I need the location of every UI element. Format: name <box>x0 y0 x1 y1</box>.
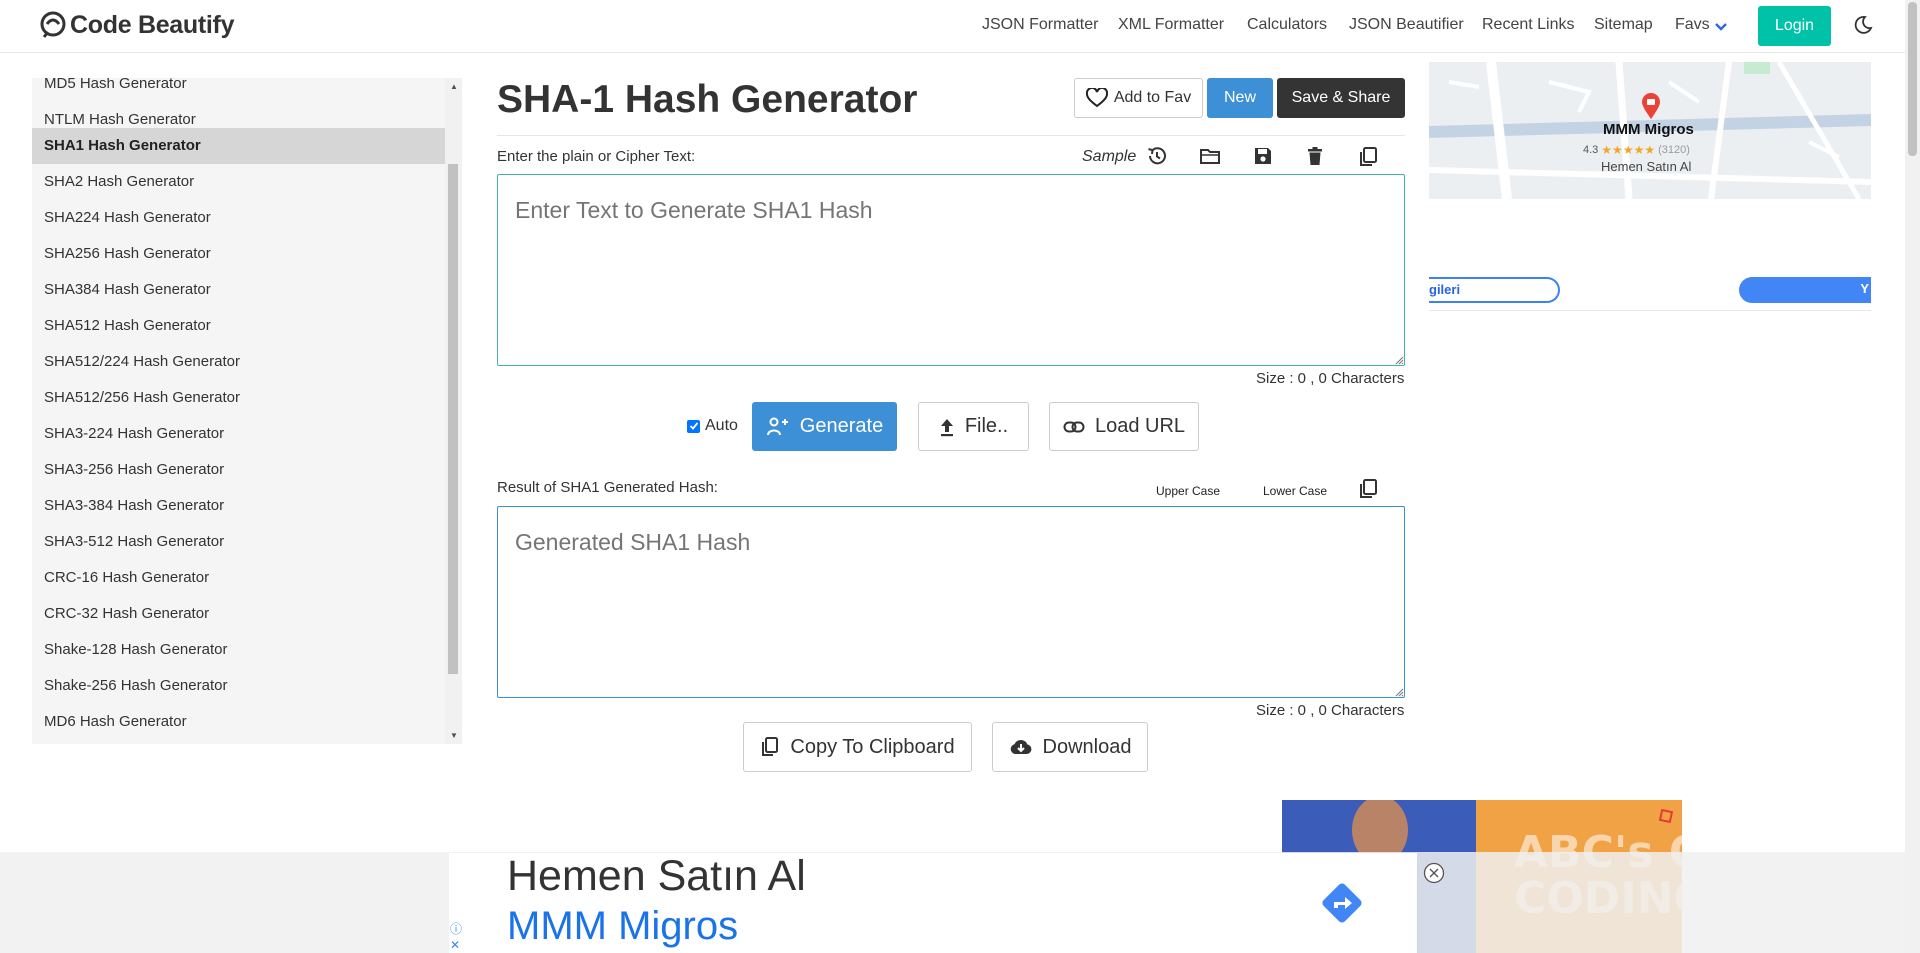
hash-output[interactable] <box>497 506 1405 698</box>
sample-link[interactable]: Sample <box>1082 148 1136 166</box>
nav-calculators[interactable]: Calculators <box>1247 16 1327 34</box>
banner-headline[interactable]: Hemen Satın Al <box>507 852 806 901</box>
ad-pill-left[interactable]: gileri <box>1429 277 1560 303</box>
sidebar-item-sha384[interactable]: SHA384 Hash Generator <box>32 272 445 308</box>
upload-icon <box>940 418 953 436</box>
sidebar-tool-list: MD5 Hash Generator NTLM Hash Generator S… <box>32 78 462 744</box>
page-title: SHA-1 Hash Generator <box>497 78 918 121</box>
input-label: Enter the plain or Cipher Text: <box>497 148 696 165</box>
copy-icon[interactable] <box>1357 145 1379 167</box>
chevron-down-icon[interactable] <box>1714 20 1728 34</box>
sidebar-item-sha256[interactable]: SHA256 Hash Generator <box>32 236 445 272</box>
ad-choices-icon[interactable]: ⓘ ✕ <box>450 921 462 953</box>
auto-label: Auto <box>705 417 738 434</box>
page-scrollbar-thumb[interactable] <box>1908 2 1917 156</box>
auto-checkbox[interactable]: Auto <box>687 417 738 435</box>
close-ad-icon[interactable] <box>1423 862 1445 884</box>
rating-stars-icon: ★★★★★ <box>1601 143 1656 157</box>
generate-label: Generate <box>799 415 884 437</box>
add-to-fav-label: Add to Fav <box>1113 89 1192 106</box>
generate-button[interactable]: Generate <box>752 402 897 451</box>
sidebar-item-md6[interactable]: MD6 Hash Generator <box>32 704 445 740</box>
resize-handle-icon[interactable] <box>1394 355 1404 365</box>
map-place-subtitle: Hemen Satın Al <box>1601 159 1692 174</box>
brand-name: Code Beautify <box>70 10 235 39</box>
directions-arrow-icon[interactable] <box>1317 878 1367 928</box>
sidebar-item-md5[interactable]: MD5 Hash Generator <box>32 78 445 102</box>
title-divider <box>497 135 1405 136</box>
sidebar-item-sha3-512[interactable]: SHA3-512 Hash Generator <box>32 524 445 560</box>
file-label: File.. <box>964 415 1009 437</box>
output-size-info: Size : 0 , 0 Characters <box>1256 702 1405 719</box>
upper-case-link[interactable]: Upper Case <box>1156 484 1220 498</box>
sidebar-item-sha512-224[interactable]: SHA512/224 Hash Generator <box>32 344 445 380</box>
map-review-count: (3120) <box>1658 144 1690 156</box>
lower-case-link[interactable]: Lower Case <box>1263 484 1327 498</box>
download-label: Download <box>1042 735 1132 758</box>
map-rating: 4.3 ★★★★★ (3120) <box>1583 143 1690 157</box>
sidebar-item-crc16[interactable]: CRC-16 Hash Generator <box>32 560 445 596</box>
banner-brand[interactable]: MMM Migros <box>507 904 738 949</box>
save-share-button[interactable]: Save & Share <box>1277 78 1405 118</box>
sidebar-item-sha3-224[interactable]: SHA3-224 Hash Generator <box>32 416 445 452</box>
logo-icon <box>40 11 66 38</box>
nav-json-formatter[interactable]: JSON Formatter <box>982 16 1098 34</box>
download-button[interactable]: Download <box>992 722 1148 772</box>
nav-json-beautifier[interactable]: JSON Beautifier <box>1349 16 1464 34</box>
sidebar-item-sha3-256[interactable]: SHA3-256 Hash Generator <box>32 452 445 488</box>
link-icon <box>1063 421 1085 432</box>
sidebar-item-sha512-256[interactable]: SHA512/256 Hash Generator <box>32 380 445 416</box>
sidebar-item-sha1[interactable]: SHA1 Hash Generator <box>32 128 445 164</box>
site-logo[interactable]: Code Beautify <box>38 10 234 40</box>
result-label: Result of SHA1 Generated Hash: <box>497 479 718 496</box>
nav-recent-links[interactable]: Recent Links <box>1482 16 1575 34</box>
map-place-title: MMM Migros <box>1603 121 1694 138</box>
nav-xml-formatter[interactable]: XML Formatter <box>1118 16 1224 34</box>
folder-open-icon[interactable] <box>1199 145 1221 167</box>
sidebar-item-sha2[interactable]: SHA2 Hash Generator <box>32 164 445 200</box>
sidebar-item-shake128[interactable]: Shake-128 Hash Generator <box>32 632 445 668</box>
history-icon[interactable] <box>1146 145 1168 167</box>
input-size-info: Size : 0 , 0 Characters <box>1256 370 1405 387</box>
video-badge-icon <box>1658 808 1674 824</box>
new-button[interactable]: New <box>1207 78 1273 118</box>
clipboard-icon <box>762 737 779 756</box>
top-navbar: Code Beautify JSON Formatter XML Formatt… <box>0 0 1905 53</box>
sidebar-item-shake256[interactable]: Shake-256 Hash Generator <box>32 668 445 704</box>
ad-divider <box>1429 310 1871 311</box>
checkbox-checked-icon[interactable] <box>687 419 700 433</box>
add-to-fav-button[interactable]: Add to Fav <box>1074 78 1203 118</box>
plain-text-input[interactable] <box>497 174 1405 366</box>
copy-result-icon[interactable] <box>1357 477 1379 499</box>
generate-icon <box>766 417 788 435</box>
map-rating-value: 4.3 <box>1583 144 1599 156</box>
load-url-label: Load URL <box>1094 415 1186 437</box>
sidebar-item-crc32[interactable]: CRC-32 Hash Generator <box>32 596 445 632</box>
cloud-download-icon <box>1010 739 1031 754</box>
sidebar-item-sha224[interactable]: SHA224 Hash Generator <box>32 200 445 236</box>
load-url-button[interactable]: Load URL <box>1049 402 1199 451</box>
sidebar-item-sha3-384[interactable]: SHA3-384 Hash Generator <box>32 488 445 524</box>
save-icon[interactable] <box>1252 145 1274 167</box>
copy-label: Copy To Clipboard <box>790 735 955 758</box>
map-pin-icon <box>1640 92 1662 120</box>
login-button[interactable]: Login <box>1758 6 1831 46</box>
sidebar-item-sha512[interactable]: SHA512 Hash Generator <box>32 308 445 344</box>
dark-mode-icon[interactable] <box>1853 15 1873 35</box>
scroll-down-arrow-icon[interactable]: ▼ <box>450 731 458 740</box>
nav-favs[interactable]: Favs <box>1675 16 1710 34</box>
file-upload-button[interactable]: File.. <box>918 402 1029 451</box>
copy-to-clipboard-button[interactable]: Copy To Clipboard <box>743 722 972 772</box>
ad-pill-right[interactable]: Y <box>1739 277 1871 303</box>
scroll-up-arrow-icon[interactable]: ▲ <box>450 82 458 91</box>
trash-icon[interactable] <box>1304 145 1326 167</box>
nav-sitemap[interactable]: Sitemap <box>1594 16 1653 34</box>
result-resize-handle-icon[interactable] <box>1394 687 1404 697</box>
sidebar-scrollbar-thumb[interactable] <box>448 164 458 674</box>
heart-icon <box>1085 88 1108 108</box>
